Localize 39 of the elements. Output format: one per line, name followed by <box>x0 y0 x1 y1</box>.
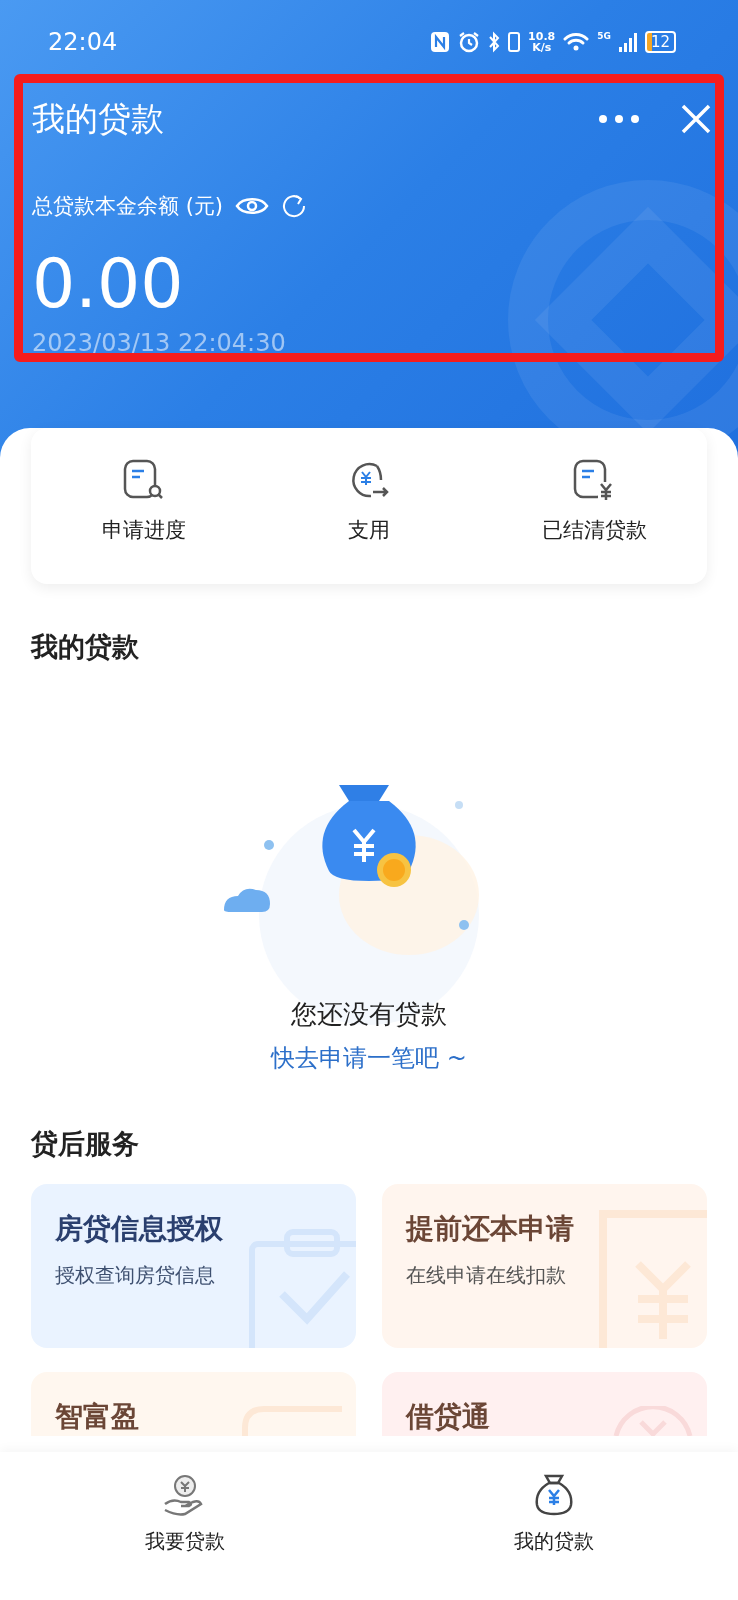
card-title: 借贷通 <box>406 1399 490 1435</box>
network-speed: 10.8 <box>528 31 556 42</box>
service-card[interactable]: 借贷通 <box>382 1372 707 1436</box>
card-subtitle: 授权查询房贷信息 <box>55 1262 215 1289</box>
section-title: 我的贷款 <box>31 630 140 664</box>
yuan-coin-icon <box>613 1406 693 1436</box>
nfc-icon <box>430 31 451 53</box>
update-time: 2023/03/13 22:04:30 <box>32 329 287 357</box>
battery-level: 12 <box>644 31 676 53</box>
section-title: 贷后服务 <box>31 1127 140 1161</box>
quick-action[interactable]: 已结清贷款 <box>481 458 707 584</box>
eye-icon[interactable] <box>235 195 270 217</box>
nav-tab[interactable]: 我的贷款 <box>369 1452 738 1600</box>
more-icon[interactable] <box>598 114 640 124</box>
status-time: 22:04 <box>48 28 118 56</box>
balance-amount: 0.00 <box>32 244 185 323</box>
network-speed-unit: K/s <box>531 42 553 53</box>
card-subtitle: 在线申请在线扣款 <box>406 1262 566 1289</box>
bluetooth-icon <box>488 31 501 53</box>
refresh-icon[interactable] <box>281 193 308 219</box>
card-title: 提前还本申请 <box>406 1211 574 1247</box>
card-title: 智富盈 <box>55 1399 139 1435</box>
wifi-icon <box>563 32 590 52</box>
vibrate-icon <box>508 31 521 53</box>
balance-label: 总贷款本金余额 (元) <box>32 193 224 220</box>
alarm-icon <box>458 31 481 53</box>
network-type: 5G <box>597 31 611 41</box>
quick-action[interactable]: 申请进度 <box>31 458 257 584</box>
page-title: 我的贷款 <box>32 97 164 140</box>
close-icon[interactable] <box>680 103 712 135</box>
service-card[interactable]: 提前还本申请 在线申请在线扣款 <box>382 1184 707 1348</box>
apply-link[interactable]: 快去申请一笔吧 ~ <box>271 1042 467 1074</box>
service-card[interactable]: 房贷信息授权 授权查询房贷信息 <box>31 1184 356 1348</box>
service-card[interactable]: 智富盈 <box>31 1372 356 1436</box>
nav-tab[interactable]: 我要贷款 <box>0 1452 369 1600</box>
quick-action[interactable]: 支用 <box>256 458 482 584</box>
empty-message: 您还没有贷款 <box>291 998 447 1031</box>
signal-icon <box>618 32 637 52</box>
card-title: 房贷信息授权 <box>55 1211 223 1247</box>
